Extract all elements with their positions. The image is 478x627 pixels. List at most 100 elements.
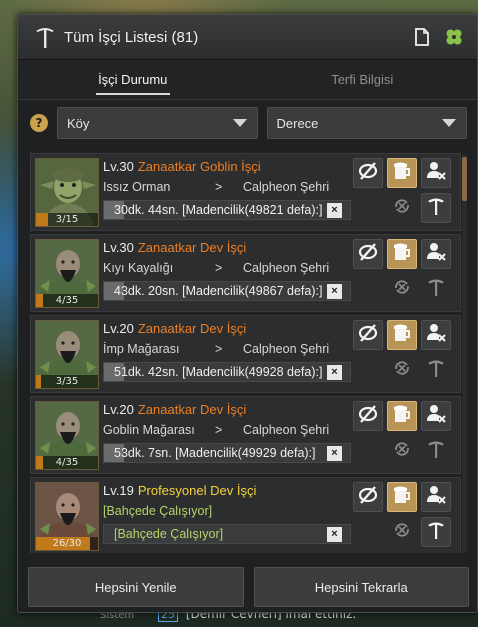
route-to: Calpheon Şehri bbox=[243, 180, 330, 194]
worker-title: Lv.30 Zanaatkar Goblin İşçi bbox=[103, 157, 353, 177]
repeat-all-button[interactable]: Hepsini Tekrarla bbox=[253, 567, 469, 607]
recover-column bbox=[387, 239, 417, 309]
hide-worker-button[interactable] bbox=[353, 158, 383, 188]
beer-icon bbox=[391, 403, 413, 429]
worker-row[interactable]: 3/15 Lv.30 Zanaatkar Goblin İşçi Issız Orma… bbox=[30, 153, 461, 231]
hide-icon bbox=[357, 484, 379, 510]
promote-pickaxe-icon bbox=[425, 357, 447, 383]
manage-column bbox=[421, 320, 451, 390]
hide-worker-button[interactable] bbox=[353, 401, 383, 431]
route-arrow: > bbox=[215, 261, 223, 275]
worker-route: Issız Orman > Calpheon Şehri bbox=[103, 177, 353, 197]
recover-stamina-button[interactable] bbox=[387, 401, 417, 431]
fire-worker-icon bbox=[425, 322, 447, 348]
manage-column bbox=[421, 158, 451, 228]
hide-icon bbox=[357, 403, 379, 429]
tab-promotion-info[interactable]: Terfi Bilgisi bbox=[248, 60, 478, 99]
stamina-text: 4/35 bbox=[55, 295, 79, 306]
recover-stamina-button[interactable] bbox=[387, 239, 417, 269]
stamina-text: 4/35 bbox=[55, 457, 79, 468]
beer-icon bbox=[391, 322, 413, 348]
worker-list-window: Tüm İşçi Listesi (81) İşçi Durumu Terfi … bbox=[17, 14, 478, 613]
repeat-work-button[interactable] bbox=[387, 274, 417, 304]
worker-title: Lv.20 Zanaatkar Dev İşçi bbox=[103, 400, 353, 420]
worker-row[interactable]: 4/35 Lv.30 Zanaatkar Dev İşçi Kıyı Kayalığı… bbox=[30, 234, 461, 312]
worker-portrait[interactable]: 4/35 bbox=[35, 239, 99, 308]
window-title: Tüm İşçi Listesi (81) bbox=[64, 28, 199, 46]
location-dropdown[interactable]: Köy bbox=[57, 107, 258, 139]
worker-info: Lv.19 Profesyonel Dev İşçi [Bahçede Çalışı… bbox=[103, 481, 353, 544]
repeat-work-button[interactable] bbox=[387, 193, 417, 223]
stamina-bar: 26/30 bbox=[36, 537, 98, 550]
repeat-work-button[interactable] bbox=[387, 517, 417, 547]
fire-worker-button[interactable] bbox=[421, 401, 451, 431]
scrollbar[interactable] bbox=[462, 155, 467, 553]
work-progress: 43dk. 20sn. [Madencilik(49867 defa):] × bbox=[103, 281, 351, 301]
grade-dropdown[interactable]: Derece bbox=[266, 107, 467, 139]
worker-list[interactable]: 3/15 Lv.30 Zanaatkar Goblin İşçi Issız Orma… bbox=[30, 153, 461, 553]
repeat-icon bbox=[391, 519, 413, 545]
promote-worker-button[interactable] bbox=[421, 193, 451, 223]
beer-icon bbox=[391, 160, 413, 186]
hide-worker-button[interactable] bbox=[353, 320, 383, 350]
cancel-work-button[interactable]: × bbox=[327, 284, 342, 299]
worker-row[interactable]: 4/35 Lv.20 Zanaatkar Dev İşçi Goblin Mağara… bbox=[30, 396, 461, 474]
manage-column bbox=[421, 239, 451, 309]
worker-portrait[interactable]: 26/30 bbox=[35, 482, 99, 551]
worker-portrait[interactable]: 4/35 bbox=[35, 401, 99, 470]
stamina-bar: 4/35 bbox=[36, 456, 98, 469]
cancel-work-button[interactable]: × bbox=[327, 527, 342, 542]
repeat-work-button[interactable] bbox=[387, 436, 417, 466]
route-arrow: > bbox=[215, 423, 223, 437]
stamina-text: 3/35 bbox=[55, 376, 79, 387]
fire-worker-button[interactable] bbox=[421, 320, 451, 350]
worker-name: Zanaatkar Dev İşçi bbox=[137, 240, 247, 255]
route-from: İmp Mağarası bbox=[103, 342, 180, 356]
fire-worker-icon bbox=[425, 241, 447, 267]
window-titlebar[interactable]: Tüm İşçi Listesi (81) bbox=[18, 15, 477, 60]
work-progress: [Bahçede Çalışıyor] × bbox=[103, 524, 351, 544]
repeat-icon bbox=[391, 357, 413, 383]
scrollbar-thumb[interactable] bbox=[462, 157, 467, 201]
fire-worker-icon bbox=[425, 160, 447, 186]
promote-pickaxe-icon bbox=[425, 195, 447, 221]
stamina-bar: 3/15 bbox=[36, 213, 98, 226]
cancel-work-button[interactable]: × bbox=[327, 203, 342, 218]
route-to: Calpheon Şehri bbox=[243, 423, 330, 437]
help-icon[interactable]: ? bbox=[30, 114, 48, 132]
worker-row[interactable]: 26/30 Lv.19 Profesyonel Dev İşçi [Bahçede Ç… bbox=[30, 477, 461, 553]
promote-worker-button[interactable] bbox=[421, 517, 451, 547]
clover-icon[interactable] bbox=[443, 26, 465, 48]
worker-portrait[interactable]: 3/15 bbox=[35, 158, 99, 227]
worker-route: Kıyı Kayalığı > Calpheon Şehri bbox=[103, 258, 353, 278]
refresh-all-button[interactable]: Hepsini Yenile bbox=[28, 567, 244, 607]
recover-stamina-button[interactable] bbox=[387, 320, 417, 350]
hide-icon bbox=[357, 241, 379, 267]
promote-worker-button[interactable] bbox=[421, 355, 451, 385]
hide-worker-button[interactable] bbox=[353, 239, 383, 269]
worker-name: Zanaatkar Dev İşçi bbox=[137, 321, 247, 336]
promote-pickaxe-icon bbox=[425, 438, 447, 464]
stamina-text: 26/30 bbox=[52, 538, 82, 549]
work-status: 43dk. 20sn. [Madencilik(49867 defa):] bbox=[114, 284, 323, 298]
promote-worker-button[interactable] bbox=[421, 274, 451, 304]
worker-row[interactable]: 3/35 Lv.20 Zanaatkar Dev İşçi İmp Mağarası >… bbox=[30, 315, 461, 393]
manage-column bbox=[421, 482, 451, 552]
worker-route: İmp Mağarası > Calpheon Şehri bbox=[103, 339, 353, 359]
recover-stamina-button[interactable] bbox=[387, 482, 417, 512]
repeat-work-button[interactable] bbox=[387, 355, 417, 385]
route-to: Calpheon Şehri bbox=[243, 342, 330, 356]
recover-stamina-button[interactable] bbox=[387, 158, 417, 188]
tab-worker-status[interactable]: İşçi Durumu bbox=[18, 60, 248, 99]
document-icon[interactable] bbox=[411, 26, 433, 48]
hide-worker-button[interactable] bbox=[353, 482, 383, 512]
worker-level: Lv.30 bbox=[103, 240, 134, 255]
cancel-work-button[interactable]: × bbox=[327, 365, 342, 380]
promote-worker-button[interactable] bbox=[421, 436, 451, 466]
cancel-work-button[interactable]: × bbox=[327, 446, 342, 461]
fire-worker-button[interactable] bbox=[421, 482, 451, 512]
worker-name: Profesyonel Dev İşçi bbox=[137, 483, 257, 498]
fire-worker-button[interactable] bbox=[421, 239, 451, 269]
worker-portrait[interactable]: 3/35 bbox=[35, 320, 99, 389]
fire-worker-button[interactable] bbox=[421, 158, 451, 188]
